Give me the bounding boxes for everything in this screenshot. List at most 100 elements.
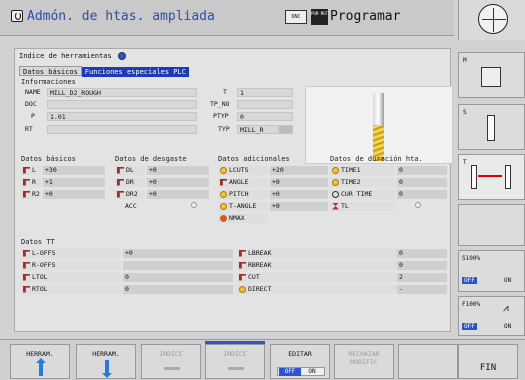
wear-DR2-label: DR2	[115, 190, 145, 199]
pitch-icon	[220, 190, 227, 198]
tt-DIRECT-label: DIRECT	[237, 285, 397, 294]
tt-LTOL-field[interactable]: 0	[123, 273, 233, 282]
feed-wave-icon: ⩘	[503, 303, 509, 314]
index-right-key[interactable]: INDICE	[205, 344, 265, 379]
index-checkbox[interactable]	[117, 52, 126, 60]
empty-side-key[interactable]	[458, 204, 525, 246]
extra-TANGLE-field[interactable]: +0	[270, 202, 328, 211]
life-CURTIME-label: CUR TIME	[330, 190, 395, 199]
name-field[interactable]: MILL_D2_ROUGH	[47, 88, 197, 97]
extra-LCUTS-field[interactable]: +20	[270, 166, 328, 175]
edit-key[interactable]: EDITAR OFF ON	[270, 344, 330, 379]
basic-heading: Datos básicos	[21, 155, 76, 163]
tt-LOFFS-field[interactable]: +0	[123, 249, 233, 258]
rt-label: RT	[25, 125, 33, 133]
wear-DR-field[interactable]: +0	[147, 178, 209, 187]
tt-RBREAK-label: RBREAK	[237, 261, 397, 270]
tool-preview	[305, 86, 453, 164]
arrow-down-icon	[102, 360, 112, 378]
life-TIME1-field[interactable]: 0	[397, 166, 447, 175]
wear-heading: Datos de desgaste	[115, 155, 187, 163]
rt-field[interactable]	[47, 125, 197, 134]
ptyp-label: PTYP	[213, 112, 229, 120]
tt-LOFFS-label: L-OFFS	[21, 249, 121, 258]
typ-label: TYP	[218, 125, 230, 133]
tt-CUT-field[interactable]: 2	[397, 273, 447, 282]
info-heading: Informaciones	[21, 78, 76, 86]
typ-field[interactable]: MILL_R	[237, 125, 279, 134]
tab-basic-data[interactable]: Datos básicos	[19, 66, 82, 76]
doc-field[interactable]	[47, 100, 197, 109]
basic-L-field[interactable]: +30	[43, 166, 105, 175]
extra-PITCH-field[interactable]: +0	[270, 190, 328, 199]
tt-RBREAK-field[interactable]: 0	[397, 261, 447, 270]
angle-icon	[220, 178, 227, 186]
arrow-left-icon	[164, 367, 180, 370]
tab-bar: Datos básicos Funciones especiales PLC	[19, 66, 189, 77]
life-CURTIME-field[interactable]: 0	[397, 190, 447, 199]
spindle-icon	[487, 115, 495, 141]
ltol-icon	[23, 273, 30, 281]
p-field[interactable]: 1.01	[47, 112, 197, 121]
reject-changes-key[interactable]: RECHAZAR MODIFIC	[334, 344, 394, 379]
feed-override[interactable]: F100% OFF ON ⩘	[458, 296, 525, 336]
tab-plc-functions[interactable]: Funciones especiales PLC	[81, 67, 189, 77]
wear-DR2-field[interactable]: +0	[147, 190, 209, 199]
tt-LTOL-label: LTOL	[21, 273, 121, 282]
wear-DL-field[interactable]: +0	[147, 166, 209, 175]
m-function-key[interactable]: M	[458, 52, 525, 98]
basic-R2-field[interactable]: +0	[43, 190, 105, 199]
edit-toggle[interactable]: OFF ON	[277, 367, 325, 376]
tt-LBREAK-label: LBREAK	[237, 249, 397, 258]
power-icon[interactable]	[11, 10, 23, 22]
tt-RTOL-label: RTOL	[21, 285, 121, 294]
pgm-mgt-button[interactable]: PGM MGT	[311, 9, 328, 25]
tool-form: Indice de herramientas Datos básicos Func…	[14, 48, 453, 332]
typ-dropdown-icon[interactable]	[279, 125, 293, 134]
empty-softkey[interactable]	[398, 344, 458, 379]
end-key[interactable]: FIN	[458, 344, 518, 379]
arrow-up-icon	[36, 358, 46, 376]
tt-RTOL-field[interactable]: 0	[123, 285, 233, 294]
t-field[interactable]: 1	[237, 88, 293, 97]
tt-heading: Datos TT	[21, 238, 55, 246]
spindle-override[interactable]: S100% OFF ON	[458, 250, 525, 292]
arrow-right-icon	[228, 367, 244, 370]
direct-icon	[239, 285, 246, 293]
doc-label: DOC	[25, 100, 37, 108]
clock-widget	[458, 0, 525, 40]
wear-DL-label: DL	[115, 166, 145, 175]
tool-down-key[interactable]: HERRAM.	[76, 344, 136, 379]
basic-R-field[interactable]: +1	[43, 178, 105, 187]
window-title: Admón. de htas. ampliada	[27, 9, 215, 24]
extra-ANGLE-field[interactable]: +0	[270, 178, 328, 187]
softkey-bar: HERRAM. HERRAM. INDICE INDICE EDITAR OFF…	[0, 339, 525, 380]
tt-ROFFS-field[interactable]	[123, 261, 233, 270]
header-bar: Admón. de htas. ampliada DNC PGM MGT Pro…	[0, 0, 454, 36]
extra-LCUTS-label: LCUTS	[218, 166, 268, 175]
ptyp-field[interactable]: 0	[237, 112, 293, 121]
t-angle-icon	[220, 202, 227, 210]
t-function-key[interactable]: T	[458, 154, 525, 200]
basic-R2-label: R2	[21, 190, 41, 199]
l-offs-icon	[23, 249, 30, 257]
tool-shank-image	[373, 93, 384, 125]
s-function-key[interactable]: S	[458, 104, 525, 150]
life-TIME2-field[interactable]: 0	[397, 178, 447, 187]
tool-up-key[interactable]: HERRAM.	[10, 344, 70, 379]
radius-icon	[23, 178, 30, 186]
extra-ANGLE-label: ANGLE	[218, 178, 268, 187]
tl-checkbox[interactable]	[413, 202, 423, 211]
tt-DIRECT-field[interactable]: -	[397, 285, 447, 294]
screen: Admón. de htas. ampliada DNC PGM MGT Pro…	[0, 0, 525, 380]
nmax-icon	[220, 214, 227, 222]
index-left-key[interactable]: INDICE	[141, 344, 201, 379]
basic-L-label: L	[21, 166, 41, 175]
tpno-field[interactable]	[237, 100, 293, 109]
dnc-button[interactable]: DNC	[285, 10, 307, 24]
tt-LBREAK-field[interactable]: 0	[397, 249, 447, 258]
acc-checkbox[interactable]	[189, 202, 199, 211]
life-TIME2-label: TIME2	[330, 178, 395, 187]
wear-radius2-icon	[117, 190, 124, 198]
length-icon	[23, 166, 30, 174]
